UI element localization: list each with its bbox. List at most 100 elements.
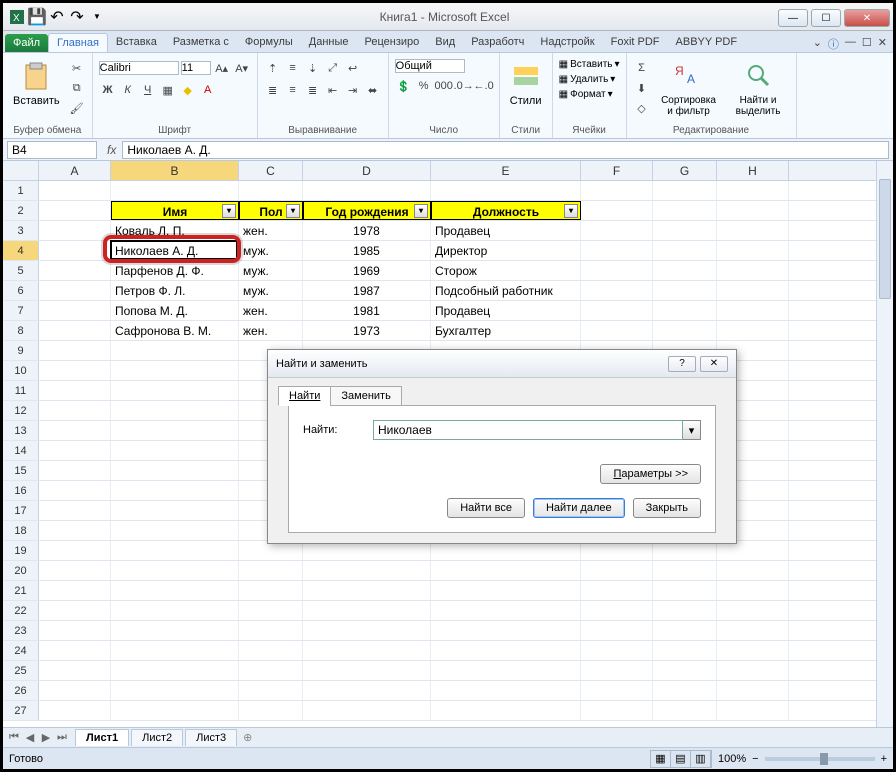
cell-A19[interactable] [39, 541, 111, 560]
cell-F4[interactable] [581, 241, 653, 260]
sheet-nav-first-icon[interactable]: ⏮ [7, 731, 21, 744]
cell-D20[interactable] [303, 561, 431, 580]
decrease-indent-icon[interactable]: ⇤ [324, 81, 342, 99]
align-left-icon[interactable]: ≣ [264, 81, 282, 99]
cell-E3[interactable]: Продавец [431, 221, 581, 240]
cell-F3[interactable] [581, 221, 653, 240]
cell-F22[interactable] [581, 601, 653, 620]
window-restore-icon[interactable]: ☐ [862, 36, 872, 52]
cell-G24[interactable] [653, 641, 717, 660]
col-header-A[interactable]: A [39, 161, 111, 180]
align-top-icon[interactable]: ⇡ [264, 59, 282, 77]
cell-H3[interactable] [717, 221, 789, 240]
find-dropdown-icon[interactable]: ▾ [683, 420, 701, 440]
format-cells-button[interactable]: ▦ Формат ▾ [559, 89, 613, 100]
cell-E24[interactable] [431, 641, 581, 660]
cell-G2[interactable] [653, 201, 717, 220]
row-header-7[interactable]: 7 [3, 301, 39, 320]
cell-B9[interactable] [111, 341, 239, 360]
qat-dropdown-icon[interactable]: ▼ [89, 9, 105, 25]
col-header-C[interactable]: C [239, 161, 303, 180]
row-header-18[interactable]: 18 [3, 521, 39, 540]
cell-B27[interactable] [111, 701, 239, 720]
cell-B2[interactable]: Имя▾ [111, 201, 239, 220]
cell-H2[interactable] [717, 201, 789, 220]
cell-F7[interactable] [581, 301, 653, 320]
styles-button[interactable]: Стили [506, 59, 546, 109]
cell-B17[interactable] [111, 501, 239, 520]
row-header-6[interactable]: 6 [3, 281, 39, 300]
find-select-button[interactable]: Найти и выделить [727, 59, 790, 119]
cell-C20[interactable] [239, 561, 303, 580]
cell-F25[interactable] [581, 661, 653, 680]
cell-H7[interactable] [717, 301, 789, 320]
cell-F2[interactable] [581, 201, 653, 220]
tab-file[interactable]: Файл [5, 34, 48, 52]
orientation-icon[interactable]: ⤢ [324, 59, 342, 77]
cell-G3[interactable] [653, 221, 717, 240]
window-close-icon[interactable]: ✕ [878, 36, 887, 52]
cell-B18[interactable] [111, 521, 239, 540]
cell-C23[interactable] [239, 621, 303, 640]
cell-F23[interactable] [581, 621, 653, 640]
sheet-nav-next-icon[interactable]: ▶ [39, 731, 53, 744]
cell-G6[interactable] [653, 281, 717, 300]
col-header-G[interactable]: G [653, 161, 717, 180]
row-header-24[interactable]: 24 [3, 641, 39, 660]
cell-A6[interactable] [39, 281, 111, 300]
redo-icon[interactable]: ↷ [69, 9, 85, 25]
cell-A17[interactable] [39, 501, 111, 520]
cell-H5[interactable] [717, 261, 789, 280]
cell-D6[interactable]: 1987 [303, 281, 431, 300]
cell-H22[interactable] [717, 601, 789, 620]
cut-icon[interactable]: ✂ [68, 59, 86, 77]
undo-icon[interactable]: ↶ [49, 9, 65, 25]
row-header-25[interactable]: 25 [3, 661, 39, 680]
cell-F26[interactable] [581, 681, 653, 700]
zoom-out-icon[interactable]: − [752, 753, 758, 765]
params-button[interactable]: Параметры >> [600, 464, 701, 484]
italic-icon[interactable]: К [119, 81, 137, 99]
tab-Рецензиро[interactable]: Рецензиро [357, 33, 428, 52]
view-layout-icon[interactable]: ▤ [671, 751, 691, 767]
formula-input[interactable]: Николаев А. Д. [122, 141, 889, 159]
cell-B3[interactable]: Коваль Л. П. [111, 221, 239, 240]
cell-G20[interactable] [653, 561, 717, 580]
sheet-nav-last-icon[interactable]: ⏭ [55, 731, 69, 744]
find-next-button[interactable]: Найти далее [533, 498, 625, 518]
cell-B25[interactable] [111, 661, 239, 680]
cell-F21[interactable] [581, 581, 653, 600]
percent-icon[interactable]: % [415, 77, 433, 95]
name-box[interactable] [7, 141, 97, 159]
cell-B5[interactable]: Парфенов Д. Ф. [111, 261, 239, 280]
cell-B26[interactable] [111, 681, 239, 700]
cell-A24[interactable] [39, 641, 111, 660]
cell-C8[interactable]: жен. [239, 321, 303, 340]
cell-H21[interactable] [717, 581, 789, 600]
cell-F27[interactable] [581, 701, 653, 720]
cell-G25[interactable] [653, 661, 717, 680]
cell-D23[interactable] [303, 621, 431, 640]
cell-B20[interactable] [111, 561, 239, 580]
window-min-icon[interactable]: — [845, 36, 856, 52]
cell-C4[interactable]: муж. [239, 241, 303, 260]
cell-B1[interactable] [111, 181, 239, 200]
cell-D3[interactable]: 1978 [303, 221, 431, 240]
cell-E2[interactable]: Должность▾ [431, 201, 581, 220]
maximize-button[interactable]: ☐ [811, 9, 841, 27]
cell-A9[interactable] [39, 341, 111, 360]
tab-Разметка с[interactable]: Разметка с [165, 33, 237, 52]
number-format-input[interactable] [395, 59, 465, 73]
cell-G26[interactable] [653, 681, 717, 700]
font-size-input[interactable] [181, 61, 211, 75]
cell-F20[interactable] [581, 561, 653, 580]
zoom-in-icon[interactable]: + [881, 753, 887, 765]
cell-A16[interactable] [39, 481, 111, 500]
row-header-16[interactable]: 16 [3, 481, 39, 500]
cell-B21[interactable] [111, 581, 239, 600]
font-name-input[interactable] [99, 61, 179, 75]
cell-A5[interactable] [39, 261, 111, 280]
cell-C22[interactable] [239, 601, 303, 620]
cell-A3[interactable] [39, 221, 111, 240]
cell-D26[interactable] [303, 681, 431, 700]
